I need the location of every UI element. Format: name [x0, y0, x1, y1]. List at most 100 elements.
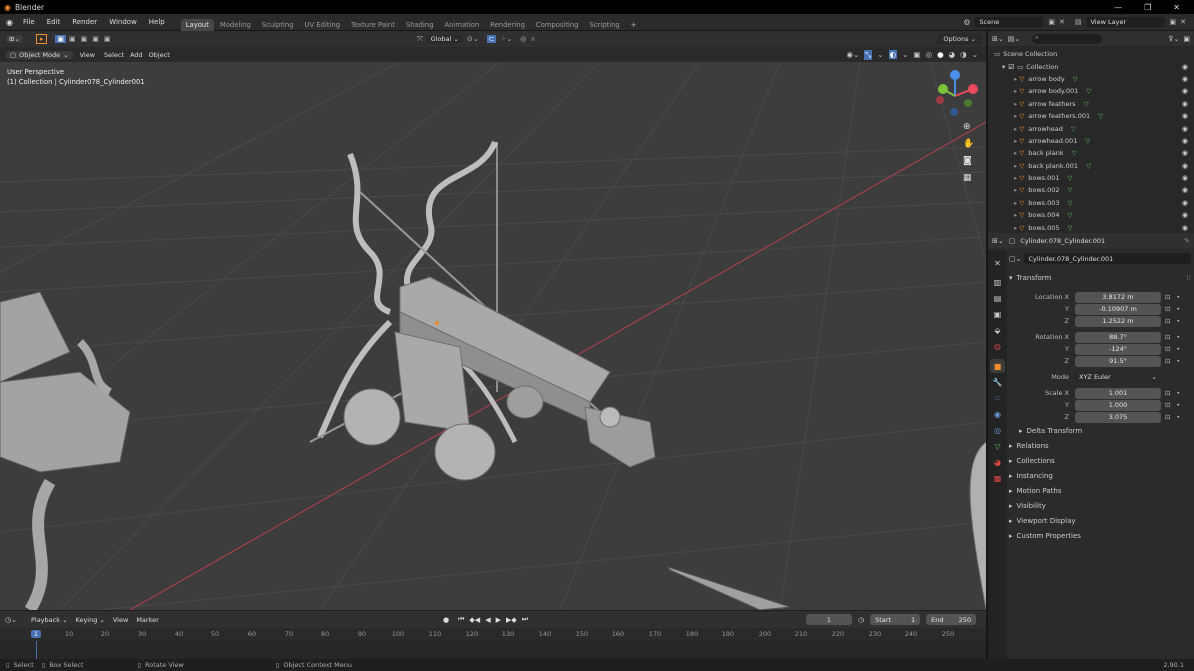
jump-end-icon[interactable]: ⏭ [522, 615, 528, 624]
tab-layout[interactable]: Layout [180, 18, 214, 31]
outliner-item[interactable]: ▸ ▽ arrow body.001 ▽ ◉ [988, 85, 1194, 97]
object-name-field[interactable]: Cylinder.078_Cylinder.001 [1024, 253, 1191, 264]
outliner-editor-icon[interactable]: ⊞⌄ [992, 35, 1004, 43]
outliner-item[interactable]: ▸ ▽ bows.001 ▽ ◉ [988, 172, 1194, 184]
keyframe-dot-icon[interactable]: • [1176, 334, 1180, 341]
scale-x-field[interactable]: 1.001 [1075, 387, 1161, 399]
gizmo-dropdown-icon[interactable]: ⌄ [877, 50, 883, 59]
lock-icon[interactable]: ⊡ [1165, 357, 1170, 365]
select-mode-invert-icon[interactable]: ▣ [90, 35, 101, 43]
select-tool-icon[interactable]: ▸ [35, 34, 48, 44]
shading-wireframe-icon[interactable]: ◎ [926, 50, 933, 59]
output-tab-icon[interactable]: ▤ [990, 291, 1005, 305]
eye-icon[interactable]: ◉ [1182, 112, 1188, 120]
snap-toggle-icon[interactable]: ⊂ [486, 35, 497, 43]
viewport-menu-object[interactable]: Object [146, 51, 173, 59]
expand-arrow-icon[interactable]: ▸ [1014, 87, 1017, 95]
texture-tab-icon[interactable]: ▩ [990, 471, 1005, 485]
delete-scene-icon[interactable]: ✕ [1059, 18, 1065, 26]
new-collection-icon[interactable]: ▣ [1183, 35, 1190, 43]
keyframe-dot-icon[interactable]: • [1176, 346, 1180, 353]
mesh-data-icon[interactable]: ▽ [1085, 137, 1090, 145]
timeline-menu-marker[interactable]: Marker [132, 616, 162, 624]
keyframe-dot-icon[interactable]: • [1176, 390, 1180, 397]
mesh-data-icon[interactable]: ▽ [1084, 100, 1089, 108]
outliner-item[interactable]: ▸ ▽ arrow feathers ▽ ◉ [988, 98, 1194, 110]
eye-icon[interactable]: ◉ [1182, 224, 1188, 232]
location-x-field[interactable]: 3.8172 m [1075, 291, 1161, 303]
falloff-icon[interactable]: ∧ [530, 35, 535, 43]
pan-hand-icon[interactable]: ✋ [963, 139, 974, 149]
view-layer-icon[interactable]: ▤ [1075, 18, 1082, 26]
keyframe-dot-icon[interactable]: • [1176, 306, 1180, 313]
expand-arrow-icon[interactable]: ▸ [1014, 174, 1017, 182]
render-tab-icon[interactable]: ▥ [990, 275, 1005, 289]
scale-y-field[interactable]: 1.000 [1075, 399, 1161, 411]
outliner-item[interactable]: ▸ ▽ bows.002 ▽ ◉ [988, 184, 1194, 196]
constraints-tab-icon[interactable]: ◎ [990, 423, 1005, 437]
3d-viewport[interactable]: User Perspective (1) Collection | Cylind… [0, 62, 986, 610]
timeline-tracks[interactable] [0, 641, 986, 659]
play-icon[interactable]: ▶ [496, 616, 501, 624]
object-datablock-icon[interactable]: ▢⌄ [1009, 255, 1021, 263]
select-mode-intersect-icon[interactable]: ▣ [102, 35, 113, 43]
tab-animation[interactable]: Animation [440, 19, 485, 31]
eye-icon[interactable]: ◉ [1182, 125, 1188, 133]
menu-window[interactable]: Window [103, 18, 143, 26]
transform-panel-header[interactable]: ▾ Transform ⁞⁞ [1009, 270, 1191, 285]
rotation-mode-dropdown[interactable]: XYZ Euler ⌄ [1075, 371, 1161, 383]
mesh-data-icon[interactable]: ▽ [1068, 199, 1073, 207]
outliner-item[interactable]: ▸ ▽ arrow feathers.001 ▽ ◉ [988, 110, 1194, 122]
editor-type-button[interactable]: ⊞⌄ [5, 34, 24, 44]
second-catapult-model[interactable] [0, 291, 131, 610]
select-mode-new-icon[interactable]: ▣ [55, 35, 67, 43]
lock-icon[interactable]: ⊡ [1165, 293, 1170, 301]
timeline-editor-icon[interactable]: ◷⌄ [5, 616, 17, 624]
mesh-data-icon[interactable]: ▽ [1073, 75, 1078, 83]
camera-icon[interactable]: ◙ [963, 156, 974, 166]
panel-header[interactable]: ▸ Collections [1009, 453, 1191, 468]
outliner-item[interactable]: ▸ ▽ arrowhead ▽ ◉ [988, 122, 1194, 134]
xray-icon[interactable]: ▣ [913, 50, 920, 59]
mesh-data-icon[interactable]: ▽ [1071, 125, 1076, 133]
outliner-item[interactable]: ▸ ▽ back plank.001 ▽ ◉ [988, 160, 1194, 172]
lock-icon[interactable]: ⊡ [1165, 413, 1170, 421]
mesh-data-icon[interactable]: ▽ [1068, 174, 1073, 182]
eye-icon[interactable]: ◉ [1182, 199, 1188, 207]
keyframe-dot-icon[interactable]: • [1176, 318, 1180, 325]
clock-icon[interactable]: ◷ [858, 616, 864, 624]
overlay-toggle-icon[interactable]: ◐ [888, 50, 898, 59]
shading-rendered-icon[interactable]: ◑ [960, 50, 967, 59]
lock-icon[interactable]: ⊡ [1165, 389, 1170, 397]
expand-arrow-icon[interactable]: ▸ [1014, 137, 1017, 145]
eye-icon[interactable]: ◉ [1182, 87, 1188, 95]
scale-z-field[interactable]: 3.075 [1075, 411, 1161, 423]
start-frame-field[interactable]: Start 1 [870, 614, 921, 625]
blender-menu-icon[interactable]: ◉ [0, 18, 17, 27]
filter-icon[interactable]: ⊽⌄ [1168, 35, 1179, 43]
expand-arrow-icon[interactable]: ▸ [1014, 125, 1017, 133]
tab-uv-editing[interactable]: UV Editing [300, 19, 345, 31]
gizmo-toggle-icon[interactable]: ⤡ [864, 49, 873, 60]
scene-collection-row[interactable]: ▭ Scene Collection [988, 48, 1194, 60]
delete-view-layer-icon[interactable]: ✕ [1180, 18, 1186, 26]
viewport-menu-select[interactable]: Select [101, 51, 127, 59]
mode-dropdown[interactable]: ▢ Object Mode ⌄ [5, 49, 74, 60]
tab-modeling[interactable]: Modeling [215, 19, 256, 31]
pin-icon[interactable]: ✎ [1184, 237, 1190, 245]
menu-file[interactable]: File [17, 18, 41, 26]
panel-header[interactable]: ▸ Instancing [1009, 468, 1191, 483]
arrow-object[interactable] [666, 566, 791, 610]
properties-editor-icon[interactable]: ⊞⌄ [992, 237, 1004, 245]
lock-icon[interactable]: ⊡ [1165, 333, 1170, 341]
perspective-grid-icon[interactable]: ▦ [963, 173, 974, 183]
outliner-search-input[interactable]: ⌕ [1032, 33, 1103, 44]
view-layer-selector[interactable]: View Layer [1085, 16, 1166, 28]
expand-arrow-icon[interactable]: ▸ [1014, 75, 1017, 83]
record-icon[interactable]: ● [443, 616, 449, 624]
location-z-field[interactable]: 1.2522 m [1075, 315, 1161, 327]
outliner-item[interactable]: ▸ ▽ arrow body ▽ ◉ [988, 73, 1194, 85]
expand-arrow-icon[interactable]: ▸ [1014, 149, 1017, 157]
drag-handle-icon[interactable]: ⁞⁞ [1187, 274, 1191, 282]
overlay-dropdown-icon[interactable]: ⌄ [902, 50, 908, 59]
